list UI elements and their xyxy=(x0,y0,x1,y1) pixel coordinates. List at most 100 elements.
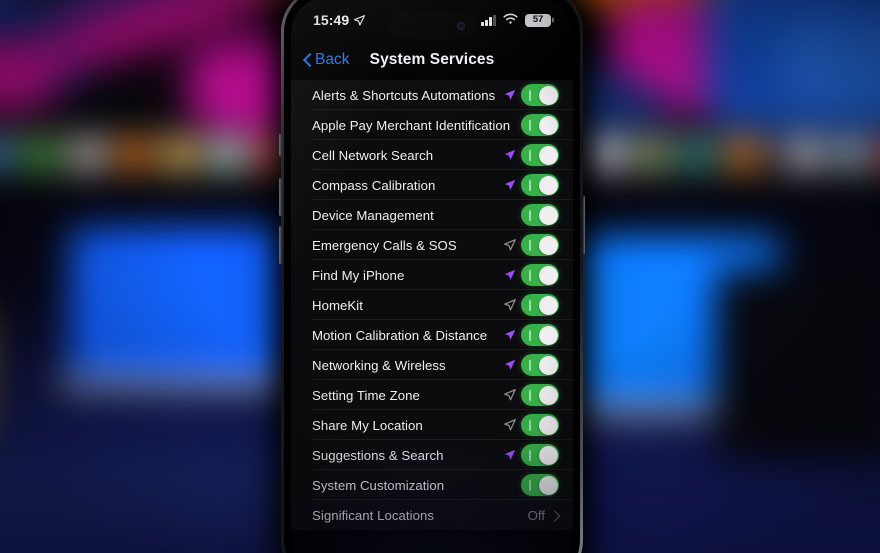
toggle-switch[interactable] xyxy=(521,114,559,136)
bg-object xyxy=(715,269,880,461)
settings-row[interactable]: Motion Calibration & Distance xyxy=(291,320,573,350)
power-button[interactable] xyxy=(582,196,585,254)
settings-row-control xyxy=(503,384,559,406)
screenshot-stage: 15:49 57 Back System Services Alerts & S… xyxy=(0,0,880,553)
cellular-signal-icon xyxy=(481,14,496,26)
wifi-icon xyxy=(503,13,518,28)
location-arrow-icon xyxy=(503,298,517,312)
settings-row-label: Networking & Wireless xyxy=(312,357,446,373)
settings-row-label: Setting Time Zone xyxy=(312,387,420,403)
toggle-switch[interactable] xyxy=(521,354,559,376)
toggle-tick-icon xyxy=(529,389,531,401)
toggle-switch[interactable] xyxy=(521,174,559,196)
settings-row[interactable]: Suggestions & Search xyxy=(291,440,573,470)
toggle-tick-icon xyxy=(529,329,531,341)
status-bar-right: 57 xyxy=(481,13,551,28)
status-bar-clock: 15:49 xyxy=(313,12,350,28)
volume-down-button[interactable] xyxy=(279,226,282,264)
settings-row-control: Off xyxy=(510,508,559,523)
toggle-switch[interactable] xyxy=(521,444,559,466)
settings-row[interactable]: Cell Network Search xyxy=(291,140,573,170)
toggle-switch[interactable] xyxy=(521,294,559,316)
toggle-tick-icon xyxy=(529,419,531,431)
toggle-knob xyxy=(538,265,558,285)
bg-dock-icon xyxy=(211,138,243,170)
settings-row-label: Cell Network Search xyxy=(312,147,434,163)
toggle-switch[interactable] xyxy=(521,84,559,106)
settings-row-label: Suggestions & Search xyxy=(312,447,444,463)
settings-row-control xyxy=(503,234,559,256)
toggle-tick-icon xyxy=(529,179,531,191)
toggle-switch[interactable] xyxy=(521,234,559,256)
bg-dock-icon xyxy=(164,138,197,170)
toggle-knob xyxy=(538,145,558,165)
bg-dock-icon xyxy=(24,138,57,170)
settings-row-control xyxy=(503,444,559,466)
location-arrow-icon xyxy=(503,178,517,192)
settings-row[interactable]: Apple Pay Merchant Identification xyxy=(291,110,573,140)
toggle-tick-icon xyxy=(529,119,531,131)
settings-row-label: Device Management xyxy=(312,207,434,223)
location-arrow-icon xyxy=(503,238,517,252)
page-title: System Services xyxy=(369,51,495,68)
bg-laptop-screen xyxy=(68,227,303,387)
volume-up-button[interactable] xyxy=(279,178,282,216)
location-arrow-icon xyxy=(503,388,517,402)
settings-row-label: Share My Location xyxy=(312,417,423,433)
settings-row[interactable]: Device Management xyxy=(291,200,573,230)
bg-dock-icon xyxy=(789,138,822,170)
settings-row-label: Motion Calibration & Distance xyxy=(312,327,488,343)
settings-row[interactable]: Alerts & Shortcuts Automations xyxy=(291,80,573,110)
toggle-knob xyxy=(538,475,558,495)
toggle-tick-icon xyxy=(529,269,531,281)
settings-row[interactable]: System Customization xyxy=(291,470,573,500)
settings-row[interactable]: Share My Location xyxy=(291,410,573,440)
location-arrow-icon xyxy=(503,268,517,282)
settings-row-control xyxy=(503,84,559,106)
toggle-tick-icon xyxy=(529,479,531,491)
settings-row-label: Alerts & Shortcuts Automations xyxy=(312,87,496,103)
settings-row-control xyxy=(503,414,559,436)
status-bar-left: 15:49 xyxy=(313,12,366,28)
bg-dock-icon xyxy=(71,138,103,170)
toggle-tick-icon xyxy=(529,89,531,101)
iphone-device: 15:49 57 Back System Services Alerts & S… xyxy=(279,0,585,553)
toggle-tick-icon xyxy=(529,239,531,251)
settings-row[interactable]: HomeKit xyxy=(291,290,573,320)
location-arrow-icon xyxy=(503,328,517,342)
toggle-switch[interactable] xyxy=(521,474,559,496)
toggle-switch[interactable] xyxy=(521,324,559,346)
settings-row-control xyxy=(503,294,559,316)
settings-row-control xyxy=(503,114,559,136)
bg-dock-icon xyxy=(836,138,869,170)
toggle-knob xyxy=(538,445,558,465)
settings-row-control xyxy=(503,474,559,496)
settings-row-value: Off xyxy=(527,507,545,523)
toggle-switch[interactable] xyxy=(521,264,559,286)
settings-row[interactable]: Compass Calibration xyxy=(291,170,573,200)
settings-row[interactable]: Emergency Calls & SOS xyxy=(291,230,573,260)
toggle-knob xyxy=(538,385,558,405)
settings-row[interactable]: Significant Locations Off xyxy=(291,500,573,530)
settings-row-label: System Customization xyxy=(312,477,445,493)
toggle-knob xyxy=(538,415,558,435)
settings-row-control xyxy=(503,144,559,166)
settings-row[interactable]: Find My iPhone xyxy=(291,260,573,290)
settings-row[interactable]: Networking & Wireless xyxy=(291,350,573,380)
mute-switch[interactable] xyxy=(279,134,282,156)
settings-row[interactable]: Setting Time Zone xyxy=(291,380,573,410)
settings-row-label: Compass Calibration xyxy=(312,177,436,193)
toggle-switch[interactable] xyxy=(521,414,559,436)
location-arrow-icon xyxy=(503,418,517,432)
settings-row-control xyxy=(503,174,559,196)
settings-group: Alerts & Shortcuts Automations Apple Pay … xyxy=(291,80,573,530)
bg-dock-icon xyxy=(588,138,621,170)
bg-dock-icon xyxy=(635,138,667,170)
toggle-switch[interactable] xyxy=(521,204,559,226)
toggle-switch[interactable] xyxy=(521,144,559,166)
system-services-list[interactable]: Alerts & Shortcuts Automations Apple Pay … xyxy=(291,80,573,553)
settings-row-label: Find My iPhone xyxy=(312,267,405,283)
toggle-tick-icon xyxy=(529,359,531,371)
toggle-switch[interactable] xyxy=(521,384,559,406)
settings-row-label: Significant Locations xyxy=(312,507,435,523)
